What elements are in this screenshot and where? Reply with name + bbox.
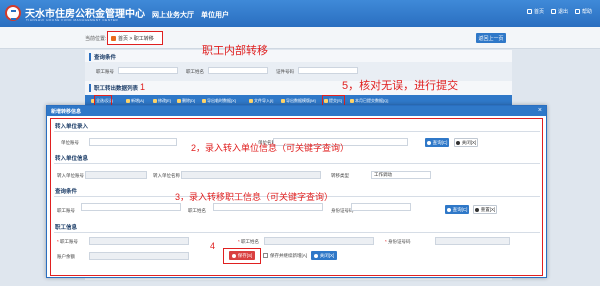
annotation-transfer: 职工内部转移 [202,45,268,57]
balance-label: 账户余额 [57,254,75,259]
dialog-title: 新增转移信息 [51,109,82,115]
keep-adding-checkbox[interactable] [263,253,268,258]
query-name-label: 职工姓名 [188,208,206,213]
logout-icon [550,9,556,14]
bg-id-label: 证件号码 [276,69,294,74]
add-icon [126,99,130,103]
transfer-type-label: 转移类型 [331,173,349,178]
save-button[interactable]: 保存[S] [229,251,255,260]
help-icon [574,9,580,14]
keep-adding-label: 保存并继续新增[A] [270,253,308,258]
divider [54,163,540,164]
annotation-step-4: 4 [210,241,216,251]
query-name-input[interactable] [213,203,323,211]
annotation-step-2: 2，录入转入单位信息（可关键字查询） [191,143,350,153]
query-id-input[interactable] [351,203,411,211]
list-title: 职工转出数据列表 [89,84,138,92]
emp-id-label: * 身份证号码 [385,239,411,244]
divider [54,232,540,233]
top-nav: 首页 退出 帮助 [526,8,592,15]
query-account-label: 职工账号 [57,208,75,213]
back-button[interactable]: 返回上一页 [476,33,506,43]
emp-name-label: * 职工姓名 [238,239,260,244]
tool-export-temp[interactable]: 导出临时数据[X] [202,98,236,104]
tool-export-template[interactable]: 导出数据模版[M] [281,98,316,104]
tool-add[interactable]: 新增[A] [126,98,144,104]
unit-account-input[interactable] [89,138,177,146]
edit-icon [153,99,157,103]
breadcrumb[interactable]: 首页 > 职工转移 [107,31,163,45]
bg-name-input[interactable] [208,67,268,74]
section-transfer-in-unit: 转入单位录入 [55,124,89,130]
emp-account-input [89,237,189,245]
template-icon [281,99,285,103]
emp-account-label: * 职工账号 [57,239,79,244]
search-icon [426,140,431,145]
transfer-type-select[interactable]: 工作调动 [371,171,431,179]
nav-logout[interactable]: 退出 [550,8,568,15]
breadcrumb-label: 当前位置: [85,36,107,42]
bg-id-input[interactable] [298,67,358,74]
tool-import[interactable]: 文件导入[I] [249,98,273,104]
query-title: 查询条件 [89,53,116,61]
delete-icon [177,99,181,103]
export-icon [202,99,206,103]
section-employee: 职工信息 [55,225,78,231]
home-icon [111,35,116,41]
balance-input [89,252,189,260]
close-icon [313,253,318,258]
reset-button[interactable]: 重置[X] [473,205,497,214]
tool-edit[interactable]: 修改[E] [153,98,171,104]
annotation-step-3: 3，录入转移职工信息（可关键字查询） [175,192,334,202]
user-type: 单位用户 [201,12,229,19]
employee-close-button[interactable]: 关闭[X] [311,251,337,260]
query-account-input[interactable] [81,203,181,211]
list-icon [350,99,354,103]
section-query: 查询条件 [55,189,78,195]
in-account-label: 转入单位账号 [57,173,84,178]
emp-name-input [264,237,374,245]
unit-close-button[interactable]: 关闭[X] [454,138,478,147]
top-banner: 天水市住房公积金管理中心 TIANSHUI HOUSE FUND MANAGEM… [0,0,600,27]
unit-query-button[interactable]: 查询[C] [425,138,449,147]
emp-id-input [435,237,510,245]
bg-name-label: 职工姓名 [186,69,204,74]
search-icon [446,207,451,212]
bg-account-input[interactable] [118,67,178,74]
in-account-input [85,171,147,179]
nav-help[interactable]: 帮助 [574,8,592,15]
divider [54,131,540,132]
in-name-input [181,171,321,179]
tool-submitted-month[interactable]: 本月已提交数据[Q] [350,98,388,104]
hall-title: 网上业务大厅 [152,12,194,19]
nav-home[interactable]: 首页 [526,8,544,15]
in-name-label: 转入单位名称 [153,173,180,178]
site-subtitle: TIANSHUI HOUSE FUND MANAGEMENT CENTER [26,18,119,22]
breadcrumb-bar: 当前位置: 首页 > 职工转移 [0,27,600,49]
save-icon [231,253,236,258]
bg-account-label: 职工账号 [96,69,114,74]
breadcrumb-path: 首页 > 职工转移 [118,35,154,42]
import-icon [249,99,253,103]
refresh-icon [474,207,479,212]
close-icon[interactable]: × [538,107,542,114]
close-icon [455,140,460,145]
section-transfer-in-info: 转入单位信息 [55,156,89,162]
unit-account-label: 单位账号 [61,140,79,145]
tool-delete[interactable]: 删除[D] [177,98,195,104]
annotation-step-1: 1 [140,82,146,92]
dialog-header: 新增转移信息 × [47,106,546,116]
logo-icon [5,5,21,21]
annotation-step-5: 5，核对无误，进行提交 [342,80,459,92]
home-icon [526,9,532,14]
employee-query-button[interactable]: 查询[C] [445,205,469,214]
